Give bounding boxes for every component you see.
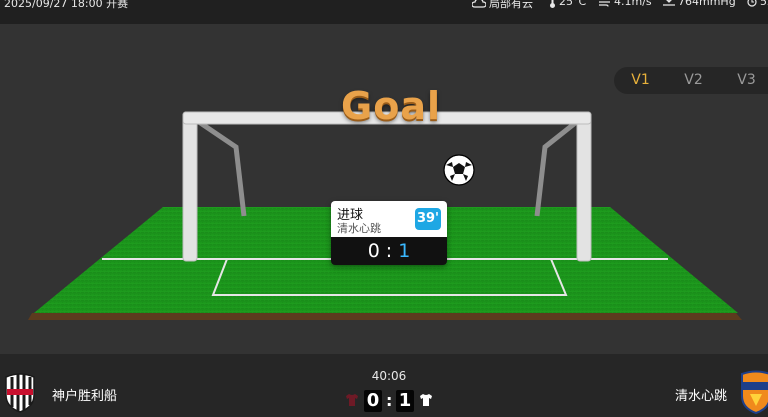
football-icon [443,154,475,186]
event-card-score: 0:1 [331,237,447,265]
home-shirt-icon [346,394,358,406]
match-info-bar: 2025/09/27 18:00 开赛 局部有云 25°C 4.1m/s 764… [0,0,768,24]
pitch-soil-edge [28,313,742,320]
humidity-group: 52 [747,0,768,8]
tab-v3[interactable]: V3 [720,67,768,94]
view-switcher: V1 V2 V3 [614,67,768,94]
left-goal-post [182,111,198,262]
home-score: 0 [364,390,382,412]
thermometer-icon [550,0,555,8]
humidity-icon [747,0,757,7]
wind-group: 4.1m/s [598,0,652,8]
pressure-icon [663,0,675,6]
goal-event-card: 进球 清水心跳 39' 0:1 [331,201,447,265]
event-card-header: 进球 清水心跳 39' [331,201,447,237]
goal-back-right [534,118,581,217]
temperature-value: 25°C [559,0,587,8]
tab-v2[interactable]: V2 [667,67,720,94]
match-clock: 40:06 [371,369,407,383]
goal-back-left [194,117,247,217]
event-home-score: 0 [367,240,380,262]
weather-label: 局部有云 [489,0,533,10]
cloud-icon [472,0,486,8]
match-animation-stage: V1 V2 V3 Goal [0,24,768,354]
humidity-value: 52 [760,0,768,8]
away-score: 1 [396,390,414,412]
event-team: 清水心跳 [337,222,381,235]
wind-value: 4.1m/s [614,0,652,8]
right-goal-post [576,111,592,262]
away-shirt-icon [420,394,432,406]
pressure-group: 764mmHg [663,0,736,8]
away-team-name: 清水心跳 [675,389,728,404]
home-team-crest-icon [5,373,35,413]
score-separator: : [386,391,393,410]
temperature-group: 25°C [549,0,586,8]
kickoff-datetime: 2025/09/27 18:00 开赛 [4,0,129,10]
event-score-separator: : [385,240,393,262]
home-team-name: 神户胜利船 [52,389,118,404]
weather-group: 局部有云 [472,0,533,11]
wind-icon [599,1,610,7]
event-away-score: 1 [398,240,411,262]
pressure-value: 764mmHg [678,0,736,8]
away-team-crest-icon [741,370,768,414]
event-minute-badge: 39' [415,208,441,230]
tab-v1[interactable]: V1 [614,67,667,94]
goal-animation-title: Goal [341,84,441,128]
scoreboard-bar: 神户胜利船 40:06 0 : 1 清水心跳 [0,354,768,417]
